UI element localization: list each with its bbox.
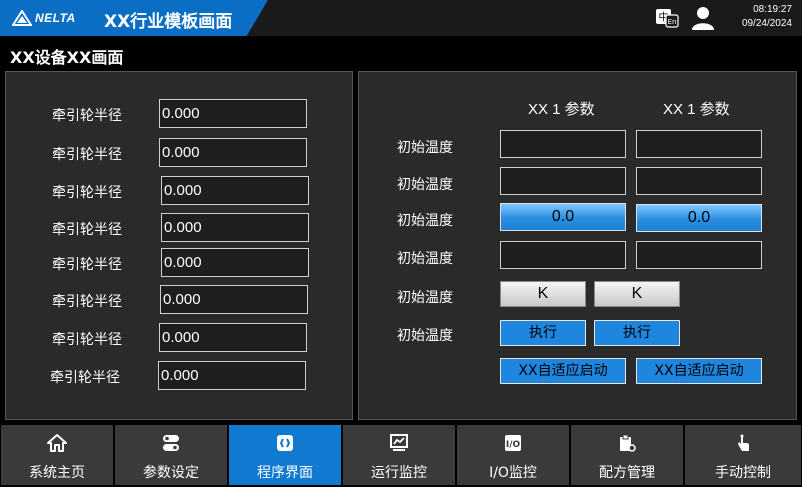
app-title: XX行业模板画面 — [104, 12, 233, 32]
row-label: 初始温度 — [397, 251, 453, 267]
k-button-col1[interactable]: K — [500, 281, 586, 307]
temperature-input-col1[interactable] — [500, 167, 626, 195]
row-label: 初始温度 — [397, 213, 453, 229]
delta-triangle-icon — [12, 10, 32, 26]
language-icon[interactable]: 中 En — [655, 8, 679, 28]
home-icon — [47, 434, 67, 452]
parameter-input[interactable]: 0.000 — [159, 99, 307, 128]
nav-label: 运行监控 — [371, 465, 427, 481]
parameter-row: 牵引轮半径 0.000 — [6, 99, 354, 129]
parameter-row: 牵引轮半径 0.000 — [6, 248, 354, 278]
temperature-input-col1[interactable] — [500, 130, 626, 158]
parameter-input[interactable]: 0.000 — [161, 248, 309, 277]
nav-label: 程序界面 — [257, 465, 313, 481]
parameter-row: 牵引轮半径 0.000 — [6, 361, 354, 391]
parameter-row: 牵引轮半径 0.000 — [6, 285, 354, 315]
parameter-label: 牵引轮半径 — [52, 108, 122, 124]
parameter-row: 牵引轮半径 0.000 — [6, 213, 354, 243]
parameter-row: 牵引轮半径 0.000 — [6, 323, 354, 353]
logo-text: NELTA — [35, 11, 76, 25]
bottom-nav: 系统主页 参数设定 程序界面 运行监控 I/O I/O监控 配方管理 手动控制 — [0, 424, 802, 487]
io-icon: I/O — [505, 435, 521, 451]
monitor-icon — [390, 434, 408, 451]
parameter-row: 牵引轮半径 0.000 — [6, 138, 354, 168]
parameter-input[interactable]: 0.000 — [158, 361, 306, 390]
temperature-input-col2[interactable] — [636, 130, 762, 158]
execute-button-col2[interactable]: 执行 — [594, 320, 680, 346]
k-button-col2[interactable]: K — [594, 281, 680, 307]
parameter-input[interactable]: 0.000 — [159, 323, 307, 352]
parameter-input[interactable]: 0.000 — [161, 176, 309, 205]
temperature-value-col1[interactable]: 0.0 — [500, 203, 626, 231]
nav-item-io[interactable]: I/O I/O监控 — [457, 425, 569, 485]
right-parameter-panel: XX 1 参数 XX 1 参数 初始温度 初始温度 初始温度 0.0 0.0 初… — [358, 71, 797, 420]
page-title: XX设备XX画面 — [10, 48, 124, 67]
clock-date: 09/24/2024 — [741, 18, 792, 29]
svg-text:I/O: I/O — [506, 440, 521, 450]
parameter-label: 牵引轮半径 — [52, 332, 122, 348]
parameter-label: 牵引轮半径 — [52, 185, 122, 201]
left-parameter-panel: 牵引轮半径 0.000 牵引轮半径 0.000 牵引轮半径 0.000 牵引轮半… — [5, 71, 353, 420]
program-icon — [277, 435, 293, 451]
header-bar: NELTA XX行业模板画面 中 En 08:19:27 09/24/2024 — [0, 0, 802, 36]
temperature-input-col1[interactable] — [500, 241, 626, 269]
execute-button-col1[interactable]: 执行 — [500, 320, 586, 346]
row-label: 初始温度 — [397, 290, 453, 306]
delta-logo: NELTA — [12, 9, 88, 27]
nav-item-program[interactable]: 程序界面 — [229, 425, 341, 485]
parameter-icon — [163, 435, 179, 451]
auto-start-button-col1[interactable]: XX自适应启动 — [500, 358, 626, 384]
row-label: 初始温度 — [397, 328, 453, 344]
nav-item-recipe[interactable]: 配方管理 — [571, 425, 683, 485]
nav-label: 系统主页 — [29, 465, 85, 481]
parameter-label: 牵引轮半径 — [52, 147, 122, 163]
nav-item-home[interactable]: 系统主页 — [1, 425, 113, 485]
parameter-input[interactable]: 0.000 — [161, 213, 309, 242]
column-header-2: XX 1 参数 — [663, 101, 730, 118]
nav-item-manual[interactable]: 手动控制 — [685, 425, 801, 485]
temperature-input-col2[interactable] — [636, 167, 762, 195]
hand-icon — [738, 434, 749, 451]
nav-item-monitor[interactable]: 运行监控 — [343, 425, 455, 485]
parameter-label: 牵引轮半径 — [50, 370, 120, 386]
temperature-input-col2[interactable] — [636, 241, 762, 269]
nav-label: 参数设定 — [143, 465, 199, 481]
nav-label: I/O监控 — [489, 465, 537, 481]
svg-text:En: En — [668, 18, 677, 26]
auto-start-button-col2[interactable]: XX自适应启动 — [636, 358, 762, 384]
nav-label: 配方管理 — [599, 465, 655, 481]
parameter-row: 牵引轮半径 0.000 — [6, 176, 354, 206]
row-label: 初始温度 — [397, 140, 453, 156]
column-header-1: XX 1 参数 — [528, 101, 595, 118]
brand-banner: NELTA XX行业模板画面 — [0, 0, 268, 36]
temperature-value-col2[interactable]: 0.0 — [636, 204, 762, 232]
row-label: 初始温度 — [397, 177, 453, 193]
nav-label: 手动控制 — [715, 465, 771, 481]
parameter-label: 牵引轮半径 — [52, 222, 122, 238]
user-icon[interactable] — [690, 5, 716, 31]
parameter-label: 牵引轮半径 — [52, 257, 122, 273]
nav-item-parameters[interactable]: 参数设定 — [115, 425, 227, 485]
parameter-input[interactable]: 0.000 — [159, 138, 307, 167]
parameter-label: 牵引轮半径 — [52, 294, 122, 310]
clock-time: 08:19:27 — [753, 4, 792, 15]
parameter-input[interactable]: 0.000 — [160, 285, 308, 314]
clock: 08:19:27 09/24/2024 — [728, 3, 792, 31]
recipe-icon — [620, 434, 636, 452]
